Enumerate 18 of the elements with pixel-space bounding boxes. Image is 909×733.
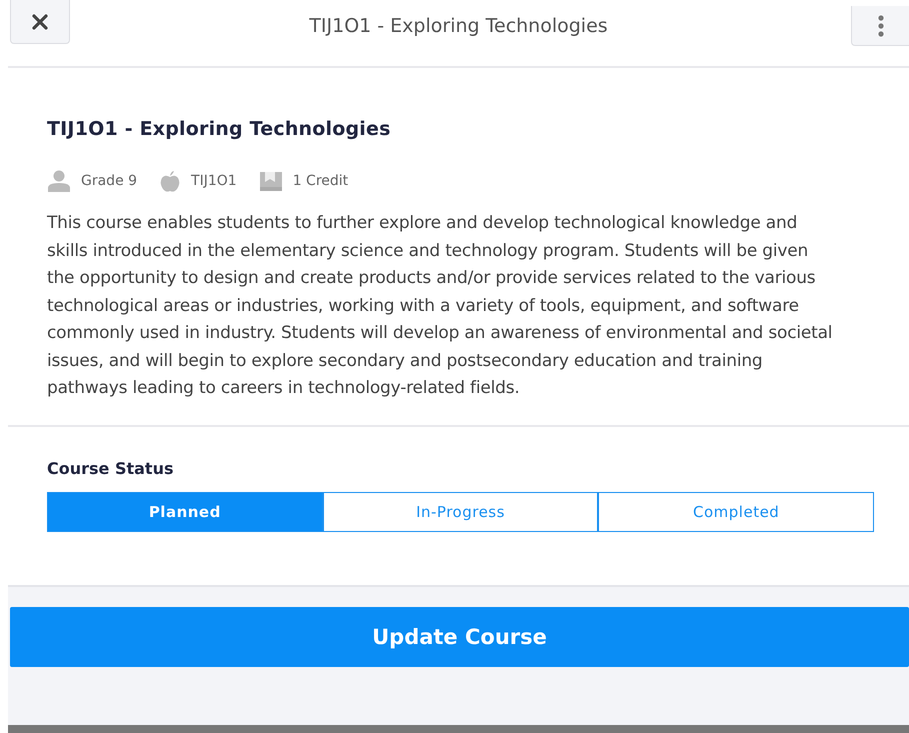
close-icon: [31, 12, 49, 30]
status-tab[interactable]: Planned: [47, 492, 323, 532]
close-button[interactable]: [10, 0, 70, 44]
status-tab[interactable]: Completed: [598, 492, 874, 532]
update-button[interactable]: Update Course: [10, 606, 909, 666]
person-icon: [47, 170, 71, 192]
meta-text: 1 Credit: [292, 173, 348, 189]
window-title: TIJ1O1 - Exploring Technologies: [309, 15, 608, 37]
course-title: TIJ1O1 - Exploring Technologies: [47, 118, 392, 140]
apple-icon: [159, 170, 182, 192]
book-icon: [258, 170, 283, 192]
course-description: This course enables students to further explore and develop technological knowledge and skills introduced in the elementary science and technology program. Students will be given the opportunity to design and create products and/or provide services related to the various technological areas or industries, working with a variety of tools, equipment, and software commonly used in industry. Students will develop an awareness of environmental and societal issues, and will begin to explore secondary and postsecondary education and training pathways leading to careers in technology-related fields.: [47, 212, 834, 400]
status-label: Course Status: [47, 458, 174, 478]
status-tab[interactable]: In-Progress: [322, 492, 598, 532]
meta-text: TIJ1O1: [191, 173, 237, 189]
more-button[interactable]: [851, 6, 909, 46]
meta-text: Grade 9: [81, 173, 138, 189]
more-icon: [878, 14, 884, 38]
